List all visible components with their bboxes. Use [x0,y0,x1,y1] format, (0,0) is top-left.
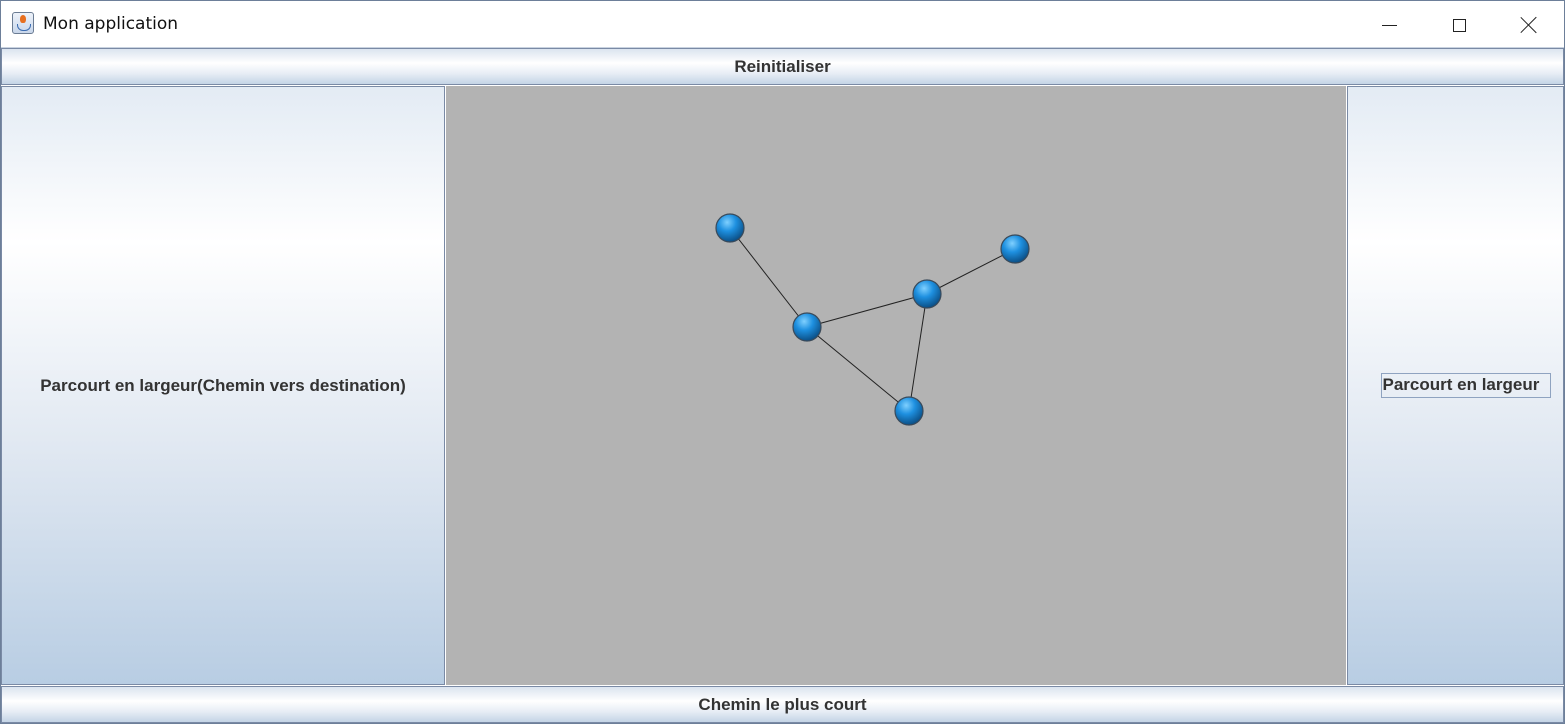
graph-svg [715,213,1030,426]
app-window: Mon application Reinitialiser Parcourt e… [0,0,1565,724]
graph-edge-n2-n5 [806,326,910,412]
close-icon [1520,16,1538,34]
graph-edge-n3-n5 [908,293,928,412]
shortest-path-button-label: Chemin le plus court [698,694,867,714]
maximize-button[interactable] [1429,5,1489,45]
graph-node-n1[interactable] [715,213,745,243]
title-bar: Mon application [1,1,1564,48]
graph-node-n5[interactable] [894,396,924,426]
java-icon [12,12,34,34]
bfs-button-label: Parcourt en largeur [1380,373,1551,398]
graph-edge-n2-n3 [806,293,928,328]
shortest-path-button[interactable]: Chemin le plus court [1,686,1564,723]
minimize-button[interactable] [1359,5,1419,45]
bfs-path-button-label: Parcourt en largeur(Chemin vers destinat… [40,375,406,395]
bfs-button[interactable]: Parcourt en largeur [1347,86,1564,685]
graph-node-n4[interactable] [1000,234,1030,264]
graph-node-n2[interactable] [792,312,822,342]
window-title: Mon application [43,14,179,34]
reset-button-label: Reinitialiser [734,56,831,76]
graph-edge-n3-n4 [926,248,1016,295]
graph-node-n3[interactable] [912,279,942,309]
graph-canvas[interactable] [446,86,1346,685]
reset-button[interactable]: Reinitialiser [1,48,1564,85]
close-button[interactable] [1499,5,1559,45]
graph-edge-n1-n2 [729,227,808,328]
minimize-icon [1381,24,1397,26]
bfs-path-to-destination-button[interactable]: Parcourt en largeur(Chemin vers destinat… [1,86,445,685]
maximize-icon [1452,18,1466,32]
